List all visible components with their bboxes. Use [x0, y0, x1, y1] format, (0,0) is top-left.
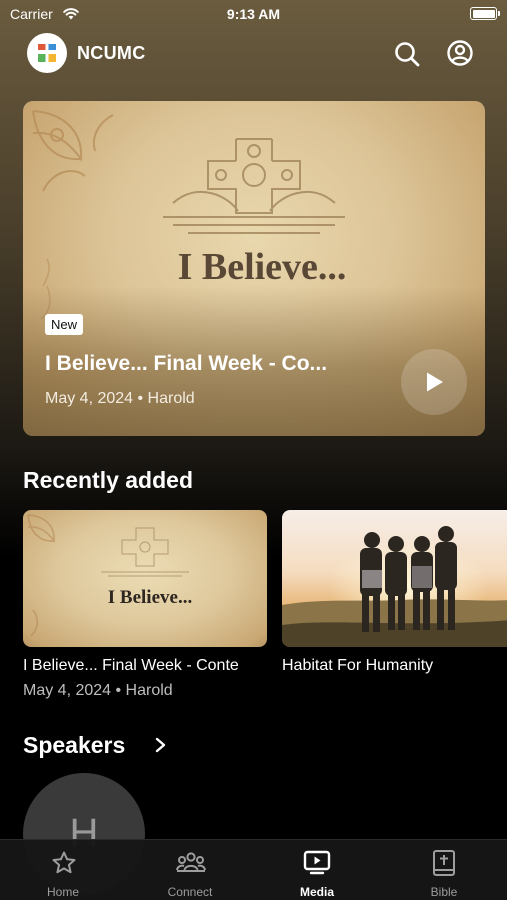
play-icon — [427, 372, 443, 392]
bible-icon — [433, 850, 455, 876]
recent-item-meta: May 4, 2024 • Harold — [23, 682, 173, 699]
chevron-right-icon[interactable] — [154, 737, 168, 753]
recent-item-card[interactable] — [282, 510, 507, 647]
tab-home[interactable]: Home — [0, 840, 126, 900]
battery-icon — [470, 7, 500, 20]
app-name: NCUMC — [77, 43, 146, 63]
tab-bar: Home Connect Media Bible — [0, 839, 507, 900]
new-badge: New — [45, 314, 84, 335]
church-logo-icon — [37, 43, 57, 63]
church-logo[interactable] — [27, 33, 67, 73]
status-time: 9:13 AM — [226, 6, 281, 22]
profile-icon[interactable] — [446, 39, 474, 67]
tab-label: Media — [299, 885, 334, 899]
recent-item-artwork: I Believe... — [27, 514, 192, 637]
habitat-photo — [282, 510, 507, 647]
search-icon[interactable] — [393, 40, 421, 68]
speakers-heading[interactable]: Speakers — [23, 732, 125, 759]
tab-connect[interactable]: Connect — [127, 840, 253, 900]
tab-label: Connect — [167, 885, 213, 899]
recent-item-title[interactable]: I Believe... Final Week - Conte — [23, 657, 267, 675]
media-icon — [303, 850, 331, 875]
featured-title: I Believe... Final Week - Co... — [45, 352, 328, 375]
recent-item-card[interactable]: I Believe... — [23, 510, 267, 647]
play-button[interactable] — [401, 349, 467, 415]
star-icon — [52, 851, 76, 874]
people-icon — [176, 852, 206, 872]
recent-item-artwork-title: I Believe... — [108, 587, 192, 608]
featured-media-card[interactable]: I Believe... New I Believe... Final Week… — [23, 101, 485, 436]
featured-artwork-title: I Believe... — [178, 246, 347, 288]
recently-added-heading: Recently added — [23, 467, 193, 493]
tab-bible[interactable]: Bible — [381, 840, 507, 900]
app-header: NCUMC — [0, 32, 507, 74]
featured-meta: May 4, 2024 • Harold — [45, 390, 195, 407]
tab-label: Bible — [430, 885, 458, 899]
recent-item-title[interactable]: Habitat For Humanity — [282, 657, 507, 675]
status-bar: Carrier 9:13 AM — [0, 0, 507, 30]
tab-media[interactable]: Media — [254, 840, 380, 900]
tab-label: Home — [46, 885, 79, 899]
